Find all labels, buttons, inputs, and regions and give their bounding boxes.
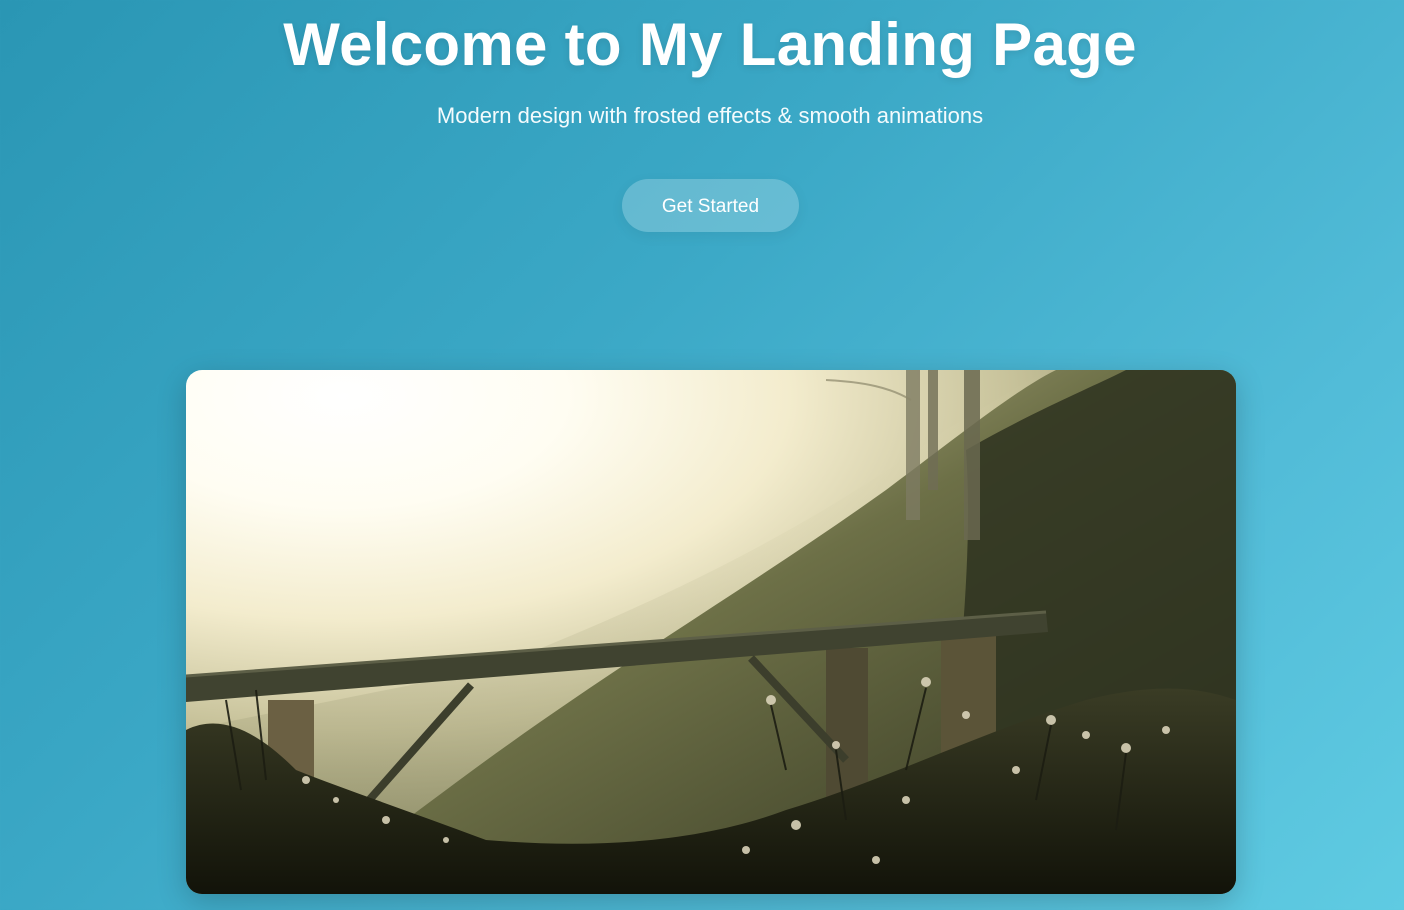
page-title: Welcome to My Landing Page — [283, 11, 1137, 78]
landscape-photo-icon — [186, 370, 1236, 894]
hero-image — [186, 370, 1236, 894]
hero-subtitle: Modern design with frosted effects & smo… — [436, 103, 984, 128]
get-started-button[interactable]: Get Started — [622, 179, 799, 232]
